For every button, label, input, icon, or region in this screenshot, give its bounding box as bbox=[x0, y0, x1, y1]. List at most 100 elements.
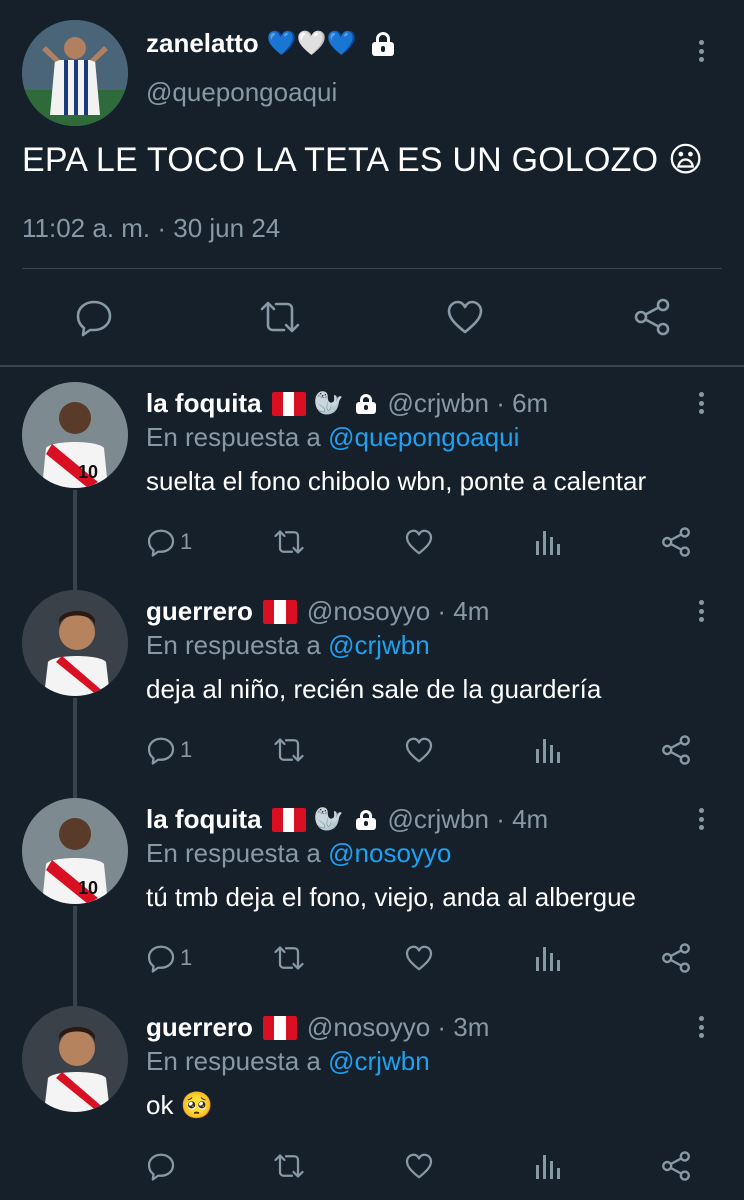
reply-button[interactable]: 1 bbox=[146, 732, 192, 768]
avatar[interactable] bbox=[22, 1006, 128, 1112]
share-icon[interactable] bbox=[660, 524, 692, 560]
like-icon[interactable] bbox=[443, 295, 487, 339]
handle: @crjwbn · 4m bbox=[387, 804, 549, 834]
reply-text-body: ok bbox=[146, 1090, 174, 1120]
retweet-icon[interactable] bbox=[272, 732, 306, 768]
reply-emoji: 🥺 bbox=[180, 1090, 214, 1120]
more-options-icon[interactable] bbox=[691, 388, 711, 418]
reply-tweet[interactable]: 10 la foquita 🦭 @crjwbn · 6m En respuest… bbox=[0, 368, 744, 576]
svg-text:10: 10 bbox=[78, 878, 98, 898]
handle-text[interactable]: @nosoyyo bbox=[307, 1012, 430, 1042]
reply-text: tú tmb deja el fono, viejo, anda al albe… bbox=[146, 882, 637, 912]
reply-text: suelta el fono chibolo wbn, ponte a cale… bbox=[146, 466, 647, 496]
lock-icon bbox=[355, 809, 377, 830]
tweet-text-body: EPA LE TOCO LA TETA ES UN GOLOZO bbox=[22, 141, 659, 179]
reply-tweet[interactable]: guerrero @nosoyyo · 4m En respuesta a @c… bbox=[0, 576, 744, 784]
reply-tweet[interactable]: 10 la foquita 🦭 @crjwbn · 4m En respuest… bbox=[0, 784, 744, 992]
section-divider bbox=[0, 365, 744, 367]
more-options-icon[interactable] bbox=[691, 36, 711, 66]
retweet-icon[interactable] bbox=[272, 940, 306, 976]
seal-emoji: 🦭 bbox=[313, 390, 344, 417]
avatar[interactable] bbox=[22, 590, 128, 696]
like-icon[interactable] bbox=[404, 1148, 434, 1184]
retweet-icon[interactable] bbox=[272, 524, 306, 560]
handle-text[interactable]: @crjwbn bbox=[387, 388, 489, 418]
reply-header: guerrero @nosoyyo · 3m bbox=[146, 1012, 489, 1043]
reply-count: 1 bbox=[180, 945, 193, 970]
reply-icon[interactable] bbox=[72, 295, 116, 339]
analytics-icon[interactable] bbox=[534, 940, 562, 976]
in-reply-label: En respuesta a bbox=[146, 1046, 321, 1076]
display-name[interactable]: guerrero bbox=[146, 596, 253, 627]
more-options-icon[interactable] bbox=[691, 1012, 711, 1042]
timestamp[interactable]: 11:02 a. m. · 30 jun 24 bbox=[22, 213, 280, 244]
like-icon[interactable] bbox=[404, 524, 434, 560]
relative-time: 6m bbox=[512, 388, 549, 418]
display-name[interactable]: la foquita bbox=[146, 388, 262, 419]
reply-icon bbox=[147, 737, 175, 765]
main-tweet: zanelatto 💙🤍💙 @quepongoaqui EPA LE TOCO … bbox=[0, 0, 744, 365]
handle-text[interactable]: @crjwbn bbox=[387, 804, 489, 834]
relative-time: 3m bbox=[453, 1012, 490, 1042]
mention-link[interactable]: @crjwbn bbox=[328, 630, 430, 660]
mention-link[interactable]: @quepongoaqui bbox=[328, 422, 519, 452]
handle: @nosoyyo · 4m bbox=[306, 596, 490, 626]
seal-emoji: 🦭 bbox=[313, 806, 344, 833]
lock-icon bbox=[355, 393, 377, 414]
in-reply-label: En respuesta a bbox=[146, 630, 321, 660]
reply-button[interactable]: 1 bbox=[146, 524, 192, 560]
reply-tweet[interactable]: guerrero @nosoyyo · 3m En respuesta a @c… bbox=[0, 992, 744, 1200]
reply-text: deja al niño, recién sale de la guarderí… bbox=[146, 674, 602, 704]
share-icon[interactable] bbox=[660, 732, 692, 768]
action-bar: 1 bbox=[146, 732, 704, 772]
retweet-icon[interactable] bbox=[258, 295, 302, 339]
display-name[interactable]: la foquita bbox=[146, 804, 262, 835]
lock-icon bbox=[370, 31, 396, 56]
mention-link[interactable]: @nosoyyo bbox=[328, 838, 451, 868]
mention-link[interactable]: @crjwbn bbox=[328, 1046, 430, 1076]
more-options-icon[interactable] bbox=[691, 804, 711, 834]
display-name[interactable]: zanelatto bbox=[146, 28, 259, 59]
like-icon[interactable] bbox=[404, 940, 434, 976]
relative-time: 4m bbox=[453, 596, 490, 626]
handle[interactable]: @quepongoaqui bbox=[146, 77, 337, 108]
avatar[interactable]: 10 bbox=[22, 382, 128, 488]
peru-flag-icon bbox=[271, 391, 306, 416]
in-reply-to: En respuesta a @crjwbn bbox=[146, 1046, 430, 1077]
peru-flag-icon bbox=[262, 1015, 297, 1040]
reply-header: guerrero @nosoyyo · 4m bbox=[146, 596, 489, 627]
handle-text[interactable]: @nosoyyo bbox=[307, 596, 430, 626]
divider bbox=[22, 268, 722, 269]
more-options-icon[interactable] bbox=[691, 596, 711, 626]
share-icon[interactable] bbox=[660, 940, 692, 976]
analytics-icon[interactable] bbox=[534, 524, 562, 560]
relative-time: 4m bbox=[512, 804, 549, 834]
action-bar bbox=[146, 1148, 704, 1188]
reply-count: 1 bbox=[180, 529, 193, 554]
action-bar: 1 bbox=[146, 940, 704, 980]
in-reply-to: En respuesta a @quepongoaqui bbox=[146, 422, 519, 453]
name-badges: 💙🤍💙 bbox=[266, 30, 357, 57]
avatar[interactable] bbox=[22, 20, 128, 126]
reply-header: la foquita 🦭 @crjwbn · 4m bbox=[146, 804, 548, 835]
tweet-text: EPA LE TOCO LA TETA ES UN GOLOZO 😦 bbox=[22, 140, 704, 180]
in-reply-to: En respuesta a @nosoyyo bbox=[146, 838, 451, 869]
share-icon[interactable] bbox=[630, 295, 674, 339]
reply-button[interactable]: 1 bbox=[146, 940, 192, 976]
display-name[interactable]: guerrero bbox=[146, 1012, 253, 1043]
in-reply-to: En respuesta a @crjwbn bbox=[146, 630, 430, 661]
analytics-icon[interactable] bbox=[534, 732, 562, 768]
retweet-icon[interactable] bbox=[272, 1148, 306, 1184]
peru-flag-icon bbox=[271, 807, 306, 832]
action-bar bbox=[0, 295, 744, 345]
like-icon[interactable] bbox=[404, 732, 434, 768]
action-bar: 1 bbox=[146, 524, 704, 564]
avatar[interactable]: 10 bbox=[22, 798, 128, 904]
share-icon[interactable] bbox=[660, 1148, 692, 1184]
reply-icon bbox=[147, 945, 175, 973]
reply-button[interactable] bbox=[146, 1148, 180, 1184]
handle: @nosoyyo · 3m bbox=[306, 1012, 490, 1042]
analytics-icon[interactable] bbox=[534, 1148, 562, 1184]
peru-flag-icon bbox=[262, 599, 297, 624]
reply-icon bbox=[147, 1153, 175, 1181]
